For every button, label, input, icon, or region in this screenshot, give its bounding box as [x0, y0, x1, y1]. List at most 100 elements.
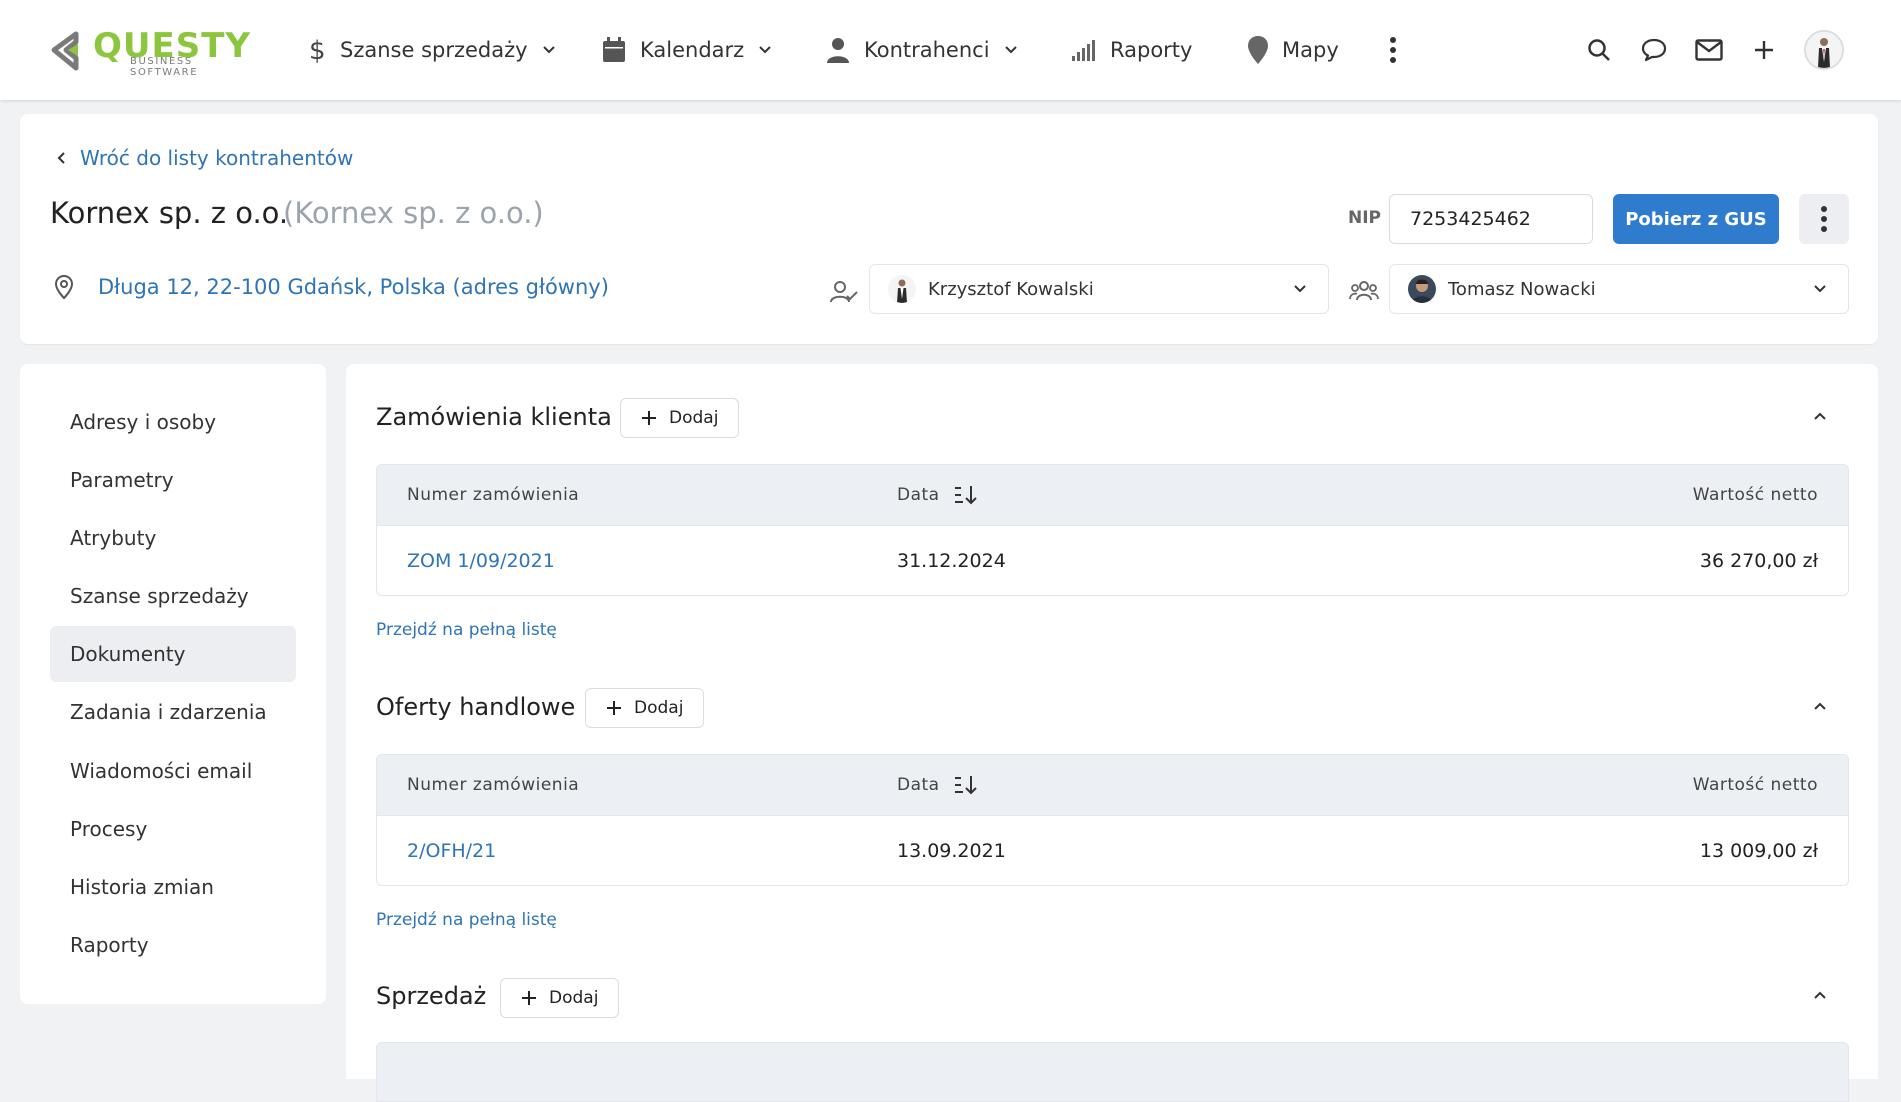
sidebar-item-label: Zadania i zdarzenia — [70, 700, 267, 724]
chevron-down-icon — [1814, 285, 1826, 293]
header-more-button[interactable] — [1799, 194, 1849, 244]
owner-select[interactable]: Krzysztof Kowalski — [869, 264, 1329, 314]
sidebar-item-label: Raporty — [70, 933, 149, 957]
bar-signal-icon — [1072, 40, 1095, 61]
add-button-label: Dodaj — [669, 408, 719, 428]
mail-button[interactable] — [1689, 30, 1729, 70]
column-header-label: Data — [897, 775, 940, 795]
chevron-down-icon — [1294, 285, 1306, 293]
sort-desc-icon — [954, 776, 977, 795]
team-member-avatar — [1408, 275, 1436, 303]
location-pin-icon — [54, 274, 74, 300]
nip-label: NIP — [1348, 208, 1382, 228]
table-header: Numer zamówienia Data Wartość netto — [377, 465, 1848, 525]
table-header: Numer zamówienia Data Wartość netto — [377, 755, 1848, 815]
sort-desc-icon — [954, 486, 977, 505]
column-header-date[interactable]: Data — [897, 485, 978, 505]
offer-date: 13.09.2021 — [897, 839, 1006, 862]
order-date: 31.12.2024 — [897, 549, 1006, 572]
sidebar-item-label: Szanse sprzedaży — [70, 584, 249, 608]
table-row: 2/OFH/21 13.09.2021 13 009,00 zł — [377, 815, 1848, 885]
sidebar-item-label: Atrybuty — [70, 526, 157, 550]
chevron-down-icon — [542, 46, 555, 54]
collapse-oferty-button[interactable] — [1808, 694, 1832, 718]
user-check-icon — [830, 281, 858, 303]
plus-icon — [607, 701, 621, 715]
sidebar-item-label: Wiadomości email — [70, 759, 253, 783]
nav-kontrahenci[interactable]: Kontrahenci — [826, 32, 1018, 68]
offer-number-link[interactable]: 2/OFH/21 — [407, 840, 496, 862]
nav-label: Mapy — [1282, 38, 1339, 62]
questy-logo[interactable]: QUESTY BUSINESS SOFTWARE — [48, 28, 263, 78]
avatar-image — [1806, 32, 1842, 68]
nip-input[interactable] — [1389, 194, 1593, 244]
team-icon — [1349, 281, 1379, 301]
owner-avatar — [888, 275, 916, 303]
column-header-label: Data — [897, 485, 940, 505]
nav-label: Raporty — [1110, 38, 1193, 62]
nav-szanse-sprzedazy[interactable]: $ Szanse sprzedaży — [308, 32, 556, 68]
column-header-date[interactable]: Data — [897, 775, 978, 795]
collapse-zamowienia-button[interactable] — [1808, 404, 1832, 428]
plus-icon — [642, 411, 656, 425]
sidebar-item-szanse[interactable]: Szanse sprzedaży — [50, 568, 296, 624]
orders-full-list-link[interactable]: Przejdź na pełną listę — [376, 620, 557, 640]
sidebar-item-atrybuty[interactable]: Atrybuty — [50, 510, 296, 566]
sidebar-item-wiadomosci[interactable]: Wiadomości email — [50, 743, 296, 799]
sidebar-item-label: Parametry — [70, 468, 174, 492]
back-link-label: Wróć do listy kontrahentów — [80, 146, 354, 170]
add-button[interactable] — [1744, 30, 1784, 70]
person-icon — [827, 38, 849, 63]
address-link[interactable]: Długa 12, 22-100 Gdańsk, Polska (adres g… — [54, 274, 609, 300]
sales-table-header — [376, 1042, 1849, 1102]
search-button[interactable] — [1579, 30, 1619, 70]
fetch-from-gus-button[interactable]: Pobierz z GUS — [1613, 194, 1779, 244]
table-row: ZOM 1/09/2021 31.12.2024 36 270,00 zł — [377, 525, 1848, 595]
chevron-down-icon — [1004, 46, 1017, 54]
team-member-select[interactable]: Tomasz Nowacki — [1389, 264, 1849, 314]
plus-icon — [522, 991, 536, 1005]
sidebar-item-parametry[interactable]: Parametry — [50, 452, 296, 508]
chevron-down-icon — [759, 46, 771, 54]
sidebar-item-label: Adresy i osoby — [70, 410, 217, 434]
sidebar-item-dokumenty[interactable]: Dokumenty — [50, 626, 296, 682]
sidebar-item-historia[interactable]: Historia zmian — [50, 859, 296, 915]
sidebar-item-label: Historia zmian — [70, 875, 214, 899]
column-header-value: Wartość netto — [1692, 775, 1818, 795]
nav-raporty[interactable]: Raporty — [1072, 32, 1192, 68]
company-name: Kornex sp. z o.o. — [50, 196, 289, 230]
add-sale-button[interactable]: Dodaj — [500, 978, 620, 1018]
collapse-sprzedaz-button[interactable] — [1808, 983, 1832, 1007]
map-pin-icon — [1248, 36, 1268, 64]
sidebar-item-raporty[interactable]: Raporty — [50, 917, 296, 973]
order-number-link[interactable]: ZOM 1/09/2021 — [407, 550, 555, 572]
kebab-icon — [1390, 37, 1396, 63]
mail-icon — [1695, 39, 1723, 61]
section-title-sprzedaz: Sprzedaż — [376, 982, 487, 1010]
section-title-zamowienia: Zamówienia klienta — [376, 403, 612, 431]
sidebar-item-zadania[interactable]: Zadania i zdarzenia — [50, 684, 296, 740]
nav-kalendarz[interactable]: Kalendarz — [602, 32, 772, 68]
sidebar-item-procesy[interactable]: Procesy — [50, 801, 296, 857]
chat-button[interactable] — [1634, 30, 1674, 70]
logo-mark-icon — [51, 31, 79, 71]
user-avatar[interactable] — [1804, 30, 1844, 70]
search-icon — [1588, 39, 1610, 61]
kebab-icon — [1821, 206, 1827, 232]
add-order-button[interactable]: Dodaj — [620, 398, 740, 438]
orders-table: Numer zamówienia Data Wartość netto ZOM … — [376, 464, 1849, 596]
more-menu-button[interactable] — [1373, 30, 1413, 70]
nav-label: Szanse sprzedaży — [340, 38, 528, 62]
chevron-up-icon — [1814, 991, 1826, 999]
sidebar-item-label: Dokumenty — [70, 642, 186, 666]
logo-subtitle: BUSINESS SOFTWARE — [130, 56, 199, 78]
dollar-icon: $ — [309, 36, 326, 64]
add-offer-button[interactable]: Dodaj — [585, 688, 705, 728]
chat-icon — [1641, 38, 1667, 62]
offers-full-list-link[interactable]: Przejdź na pełną listę — [376, 910, 557, 930]
add-button-label: Dodaj — [634, 698, 684, 718]
chevron-up-icon — [1814, 412, 1826, 420]
nav-mapy[interactable]: Mapy — [1248, 32, 1339, 68]
sidebar-item-adresy[interactable]: Adresy i osoby — [50, 394, 296, 450]
back-to-contractors-link[interactable]: Wróć do listy kontrahentów — [56, 146, 353, 170]
